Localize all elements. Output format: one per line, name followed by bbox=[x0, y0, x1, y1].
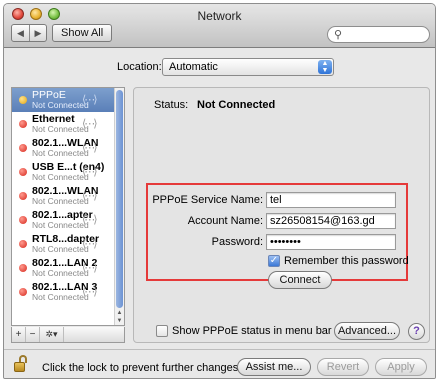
status-dot-icon bbox=[19, 216, 27, 224]
service-status: Not Connected bbox=[32, 292, 89, 302]
search-field[interactable]: ⚲ bbox=[327, 26, 430, 43]
show-status-label: Show PPPoE status in menu bar bbox=[172, 325, 332, 337]
location-value: Automatic bbox=[169, 61, 218, 73]
password-label: Password: bbox=[211, 236, 263, 248]
status-dot-icon bbox=[19, 264, 27, 272]
service-list-item[interactable]: USB E...t (en4) Not Connected ⟨⋯⟩ bbox=[12, 160, 124, 184]
scrollbar-thumb[interactable] bbox=[116, 90, 123, 308]
connection-arrows-icon: ⟨⋯⟩ bbox=[82, 238, 98, 250]
preferences-content: Location: Automatic ▲ ▼ PPPoE Not Connecte… bbox=[4, 49, 435, 378]
lock-icon[interactable] bbox=[14, 355, 28, 373]
service-list-scrollbar[interactable]: ▲ ▼ bbox=[114, 88, 124, 325]
service-list-item[interactable]: 802.1...WLAN Not Connected ⟨⋯⟩ bbox=[12, 136, 124, 160]
help-button[interactable]: ? bbox=[408, 323, 425, 340]
service-status: Not Connected bbox=[32, 124, 89, 134]
service-status: Not Connected bbox=[32, 172, 89, 182]
service-status: Not Connected bbox=[32, 148, 89, 158]
connection-arrows-icon: ⟨⋯⟩ bbox=[82, 142, 98, 154]
assist-me-button[interactable]: Assist me... bbox=[237, 358, 311, 376]
forward-button[interactable]: ▶ bbox=[29, 25, 46, 41]
service-list-item[interactable]: RTL8...dapter Not Connected ⟨⋯⟩ bbox=[12, 232, 124, 256]
location-popup[interactable]: Automatic ▲ ▼ bbox=[162, 58, 334, 76]
service-status: Not Connected bbox=[32, 196, 89, 206]
location-label: Location: bbox=[117, 61, 162, 73]
status-label: Status: bbox=[154, 99, 189, 111]
service-list: PPPoE Not Connected ⟨⋯⟩ Ethernet Not Connect… bbox=[11, 87, 125, 326]
show-status-checkbox[interactable] bbox=[156, 325, 168, 337]
service-list-item[interactable]: 802.1...LAN 3 Not Connected ⟨⋯⟩ bbox=[12, 280, 124, 304]
service-name-field[interactable]: tel bbox=[266, 192, 396, 208]
apply-button[interactable]: Apply bbox=[375, 358, 427, 376]
service-list-item[interactable]: 802.1...apter Not Connected ⟨⋯⟩ bbox=[12, 208, 124, 232]
service-name-label: PPPoE Service Name: bbox=[152, 194, 263, 206]
search-icon: ⚲ bbox=[334, 29, 343, 41]
connection-arrows-icon: ⟨⋯⟩ bbox=[82, 166, 98, 178]
connection-arrows-icon: ⟨⋯⟩ bbox=[82, 262, 98, 274]
connect-button[interactable]: Connect bbox=[268, 271, 332, 289]
status-dot-icon bbox=[19, 288, 27, 296]
connection-arrows-icon: ⟨⋯⟩ bbox=[82, 94, 98, 106]
back-forward-control: ◀ ▶ bbox=[11, 24, 47, 42]
account-name-label: Account Name: bbox=[187, 215, 263, 227]
footer-divider bbox=[4, 349, 435, 350]
connection-arrows-icon: ⟨⋯⟩ bbox=[82, 214, 98, 226]
service-status: Not Connected bbox=[32, 220, 89, 230]
service-status: Not Connected bbox=[32, 268, 89, 278]
action-menu-button[interactable]: ✲▾ bbox=[40, 327, 64, 342]
status-dot-icon bbox=[19, 192, 27, 200]
connection-arrows-icon: ⟨⋯⟩ bbox=[82, 118, 98, 130]
status-dot-icon bbox=[19, 120, 27, 128]
remember-password-checkbox[interactable]: ✓ bbox=[268, 255, 280, 267]
status-dot-icon bbox=[19, 240, 27, 248]
service-list-item[interactable]: Ethernet Not Connected ⟨⋯⟩ bbox=[12, 112, 124, 136]
account-name-field[interactable]: sz26508154@163.gd bbox=[266, 213, 396, 229]
network-preferences-window: Network ◀ ▶ Show All ⚲ Location: Automat… bbox=[3, 3, 436, 379]
popup-arrows-icon: ▲ ▼ bbox=[318, 60, 332, 74]
service-list-item[interactable]: PPPoE Not Connected ⟨⋯⟩ bbox=[12, 88, 124, 112]
remove-service-button[interactable]: − bbox=[26, 327, 40, 342]
revert-button[interactable]: Revert bbox=[317, 358, 369, 376]
scroll-down-arrow-icon[interactable]: ▼ bbox=[115, 318, 124, 324]
service-list-buttons: + − ✲▾ bbox=[11, 327, 125, 343]
status-dot-icon bbox=[19, 168, 27, 176]
add-service-button[interactable]: + bbox=[12, 327, 26, 342]
status-value: Not Connected bbox=[197, 99, 276, 111]
connection-arrows-icon: ⟨⋯⟩ bbox=[82, 190, 98, 202]
service-list-item[interactable]: 802.1...WLAN Not Connected ⟨⋯⟩ bbox=[12, 184, 124, 208]
advanced-button[interactable]: Advanced... bbox=[334, 322, 400, 340]
service-status: Not Connected bbox=[32, 244, 89, 254]
password-field[interactable]: •••••••• bbox=[266, 234, 396, 250]
remember-password-label: Remember this password bbox=[284, 255, 409, 267]
status-dot-icon bbox=[19, 96, 27, 104]
service-status: Not Connected bbox=[32, 100, 89, 110]
lock-label: Click the lock to prevent further change… bbox=[42, 362, 242, 374]
show-all-button[interactable]: Show All bbox=[52, 24, 113, 42]
window-title: Network bbox=[197, 9, 242, 23]
service-list-item[interactable]: 802.1...LAN 2 Not Connected ⟨⋯⟩ bbox=[12, 256, 124, 280]
connection-arrows-icon: ⟨⋯⟩ bbox=[82, 286, 98, 298]
status-dot-icon bbox=[19, 144, 27, 152]
title-bar: Network ◀ ▶ Show All ⚲ bbox=[4, 4, 435, 48]
back-button[interactable]: ◀ bbox=[12, 25, 29, 41]
scroll-up-arrow-icon[interactable]: ▲ bbox=[115, 310, 124, 316]
